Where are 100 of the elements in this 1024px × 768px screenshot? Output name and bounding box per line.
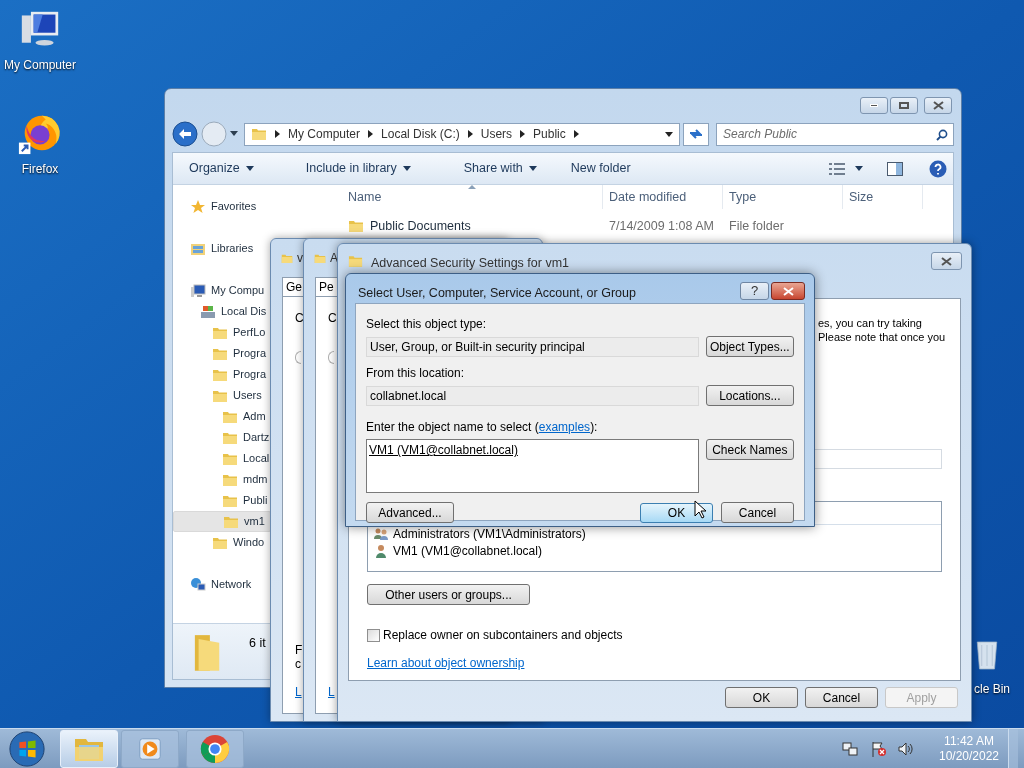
radio-button[interactable] (295, 351, 301, 364)
computer-icon (190, 282, 206, 299)
column-header[interactable]: Date modified (603, 185, 723, 209)
network-icon (190, 576, 206, 593)
column-header[interactable]: Type (723, 185, 843, 209)
refresh-button[interactable] (683, 122, 709, 146)
taskbar-button[interactable] (186, 729, 244, 768)
desktop-icon-label[interactable]: Firefox (21, 160, 59, 178)
help-button[interactable]: ? (740, 282, 769, 300)
folder-icon (222, 409, 238, 424)
nav-item[interactable]: Libraries (173, 238, 271, 259)
maximize-button[interactable] (890, 97, 918, 114)
names-field[interactable]: VM1 (VM1@collabnet.local) (366, 439, 699, 493)
column-header[interactable]: Size (843, 185, 923, 209)
nav-item[interactable]: mdm (173, 469, 271, 490)
nav-item[interactable]: Favorites (173, 196, 271, 217)
nav-item[interactable]: Network (173, 574, 271, 595)
cancel-button[interactable]: Cancel (721, 502, 794, 523)
nav-item[interactable]: Progra (173, 364, 271, 385)
field-label: From this location: (366, 365, 466, 382)
folder-icon (212, 535, 228, 550)
users-icon (373, 526, 389, 541)
toolbar-button[interactable]: Organize (189, 159, 254, 178)
close-button[interactable] (931, 252, 962, 270)
nav-item[interactable]: Adm (173, 406, 271, 427)
view-icon[interactable] (829, 162, 845, 175)
folder-icon (223, 514, 239, 529)
search-field[interactable]: Search Public (716, 122, 954, 146)
desktop-icon-label[interactable]: cle Bin (974, 680, 1011, 698)
nav-item[interactable]: Local (173, 448, 271, 469)
start-button[interactable] (7, 729, 47, 768)
caret-icon (528, 166, 537, 171)
nav-item[interactable]: Users (173, 385, 271, 406)
breadcrumb-item[interactable]: Local Disk (C:) (381, 125, 460, 143)
table-cell[interactable]: Public Documents (370, 216, 471, 236)
nav-item[interactable]: Dartz (173, 427, 271, 448)
checkbox[interactable] (367, 628, 380, 642)
label: c (295, 657, 301, 671)
ok-button[interactable]: OK (640, 502, 713, 523)
caret-icon (245, 166, 254, 171)
close-button[interactable] (924, 97, 952, 114)
address-bar[interactable]: My Computer Local Disk (C:) Users Public (244, 122, 680, 146)
tab[interactable]: Pe (315, 277, 338, 296)
window-title: Advanced Security Settings for vm1 (371, 255, 569, 272)
caret-icon[interactable] (855, 166, 863, 171)
field-label: Select this object type: (366, 316, 488, 333)
refresh-icon (689, 128, 703, 140)
dialog-button[interactable]: OK (725, 687, 798, 708)
link[interactable]: L (328, 683, 335, 701)
dialog-button[interactable]: Cancel (805, 687, 878, 708)
tab[interactable]: Ge (282, 277, 306, 296)
toolbar-button[interactable]: New folder (570, 159, 631, 178)
check-names-button[interactable]: Check Names (705, 439, 794, 460)
dropdown-icon[interactable] (665, 131, 673, 137)
speaker-icon[interactable] (898, 740, 914, 757)
toolbar-button[interactable]: Include in library (305, 159, 411, 178)
folder-icon (222, 472, 238, 487)
list-item[interactable]: Administrators (VM1\Administrators) (368, 525, 941, 542)
caret-icon[interactable] (230, 131, 238, 137)
description-text: es, you can try taking (818, 316, 922, 330)
other-users-button[interactable]: Other users or groups... (367, 584, 530, 605)
chevron-icon (368, 130, 374, 138)
folder-icon (348, 254, 363, 268)
back-icon[interactable] (172, 121, 198, 147)
flag-icon[interactable] (871, 740, 887, 757)
advanced-button[interactable]: Advanced... (366, 502, 454, 523)
nav-item[interactable]: My Compu (173, 280, 271, 301)
close-icon (941, 256, 952, 266)
nav-item[interactable]: PerfLo (173, 322, 271, 343)
star-icon (190, 198, 206, 215)
chevron-icon (520, 130, 526, 138)
breadcrumb-item[interactable]: My Computer (288, 125, 361, 143)
locations-button[interactable]: Locations... (705, 385, 794, 406)
radio-button[interactable] (328, 351, 334, 364)
label: F (295, 643, 303, 657)
list-item[interactable]: VM1 (VM1@collabnet.local) (368, 542, 941, 559)
nav-item[interactable]: Local Dis (173, 301, 271, 322)
object-types-button[interactable]: Object Types... (705, 336, 794, 357)
label: C (295, 310, 304, 327)
close-button[interactable] (771, 282, 805, 300)
preview-pane-icon[interactable] (887, 161, 903, 176)
link[interactable]: L (295, 683, 302, 701)
table-cell-text: File folder (728, 217, 785, 235)
window-title: A (330, 250, 338, 267)
minimize-button[interactable] (860, 97, 888, 114)
link[interactable]: Learn about object ownership (367, 654, 525, 672)
field-label: Enter the object name to select (examples): (366, 419, 599, 436)
toolbar-button[interactable]: Share with (463, 159, 537, 178)
help-icon[interactable] (929, 159, 947, 178)
desktop-icon-label[interactable]: My Computer (4, 56, 76, 74)
nav-item[interactable]: Windo (173, 532, 271, 553)
nav-item[interactable]: vm1 (173, 511, 271, 532)
nav-item[interactable]: Progra (173, 343, 271, 364)
folder-icon (222, 430, 238, 445)
nav-item[interactable]: Publi (173, 490, 271, 511)
examples-link[interactable]: examples (538, 420, 591, 434)
breadcrumb-item[interactable]: Public (533, 125, 566, 143)
folder-icon (348, 219, 364, 233)
network-icon[interactable] (842, 740, 858, 757)
breadcrumb-item[interactable]: Users (480, 125, 513, 143)
